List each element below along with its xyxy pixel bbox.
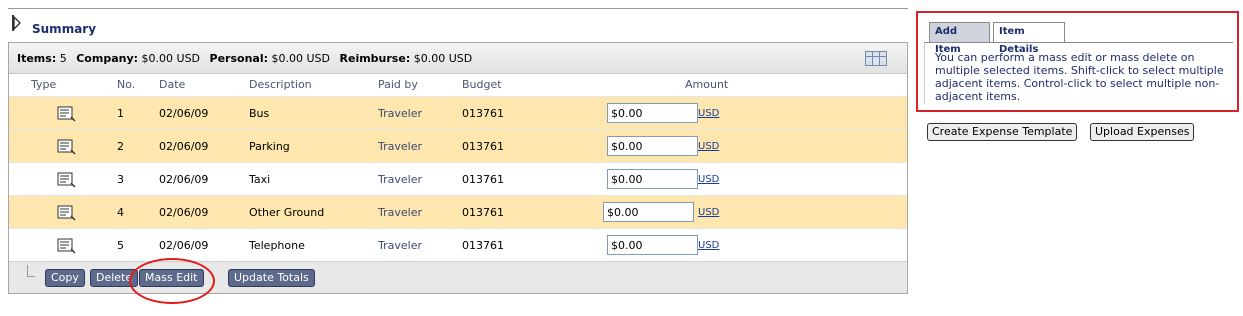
- column-header-type: Type: [31, 78, 57, 91]
- row-date: 02/06/09: [159, 239, 209, 252]
- reimburse-label: Reimburse:: [339, 52, 411, 65]
- mass-edit-callout-circle: [129, 258, 215, 304]
- expense-document-icon[interactable]: [57, 139, 77, 155]
- row-paid-by: Traveler: [378, 206, 422, 219]
- row-paid-by: Traveler: [378, 107, 422, 120]
- help-panel: Add Item Item Details You can perform a …: [916, 11, 1239, 112]
- row-budget: 013761: [462, 107, 504, 120]
- row-description: Bus: [249, 107, 270, 120]
- row-description: Other Ground: [249, 206, 325, 219]
- tree-connector: [27, 265, 35, 277]
- row-budget: 013761: [462, 206, 504, 219]
- row-description: Telephone: [249, 239, 305, 252]
- upload-expenses-button[interactable]: Upload Expenses: [1090, 123, 1195, 141]
- items-label: Items:: [17, 52, 57, 65]
- row-description: Taxi: [249, 173, 271, 186]
- help-text: You can perform a mass edit or mass dele…: [924, 42, 1233, 104]
- amount-input[interactable]: [607, 103, 698, 123]
- row-date: 02/06/09: [159, 173, 209, 186]
- currency-link[interactable]: USD: [698, 229, 719, 262]
- column-header-budget: Budget: [462, 78, 502, 91]
- update-totals-button[interactable]: Update Totals: [228, 269, 315, 287]
- company-total: $0.00 USD: [141, 52, 201, 65]
- column-header-paid-by: Paid by: [378, 78, 418, 91]
- row-description: Parking: [249, 140, 290, 153]
- row-budget: 013761: [462, 140, 504, 153]
- currency-link[interactable]: USD: [698, 97, 719, 130]
- row-number: 3: [117, 173, 124, 186]
- personal-total: $0.00 USD: [271, 52, 331, 65]
- tab-item-details[interactable]: Item Details: [993, 22, 1065, 55]
- amount-input[interactable]: [607, 169, 698, 189]
- column-header-amount: Amount: [685, 78, 729, 91]
- copy-button[interactable]: Copy: [45, 269, 85, 287]
- items-count: 5: [59, 52, 67, 65]
- create-expense-template-button[interactable]: Create Expense Template: [927, 123, 1078, 141]
- currency-link[interactable]: USD: [698, 196, 719, 229]
- summary-table: Items: 5 Company: $0.00 USD Personal: $0…: [8, 42, 908, 294]
- amount-input[interactable]: [607, 136, 698, 156]
- table-row[interactable]: 5 02/06/09 Telephone Traveler 013761 USD: [9, 228, 907, 261]
- row-budget: 013761: [462, 173, 504, 186]
- row-number: 4: [117, 206, 124, 219]
- amount-input[interactable]: [607, 235, 698, 255]
- personal-label: Personal:: [209, 52, 269, 65]
- table-row[interactable]: 1 02/06/09 Bus Traveler 013761 USD: [9, 96, 907, 129]
- row-date: 02/06/09: [159, 140, 209, 153]
- tab-add-item[interactable]: Add Item: [929, 22, 990, 55]
- expense-document-icon[interactable]: [57, 205, 77, 221]
- expense-document-icon[interactable]: [57, 172, 77, 188]
- row-number: 1: [117, 107, 124, 120]
- currency-link[interactable]: USD: [698, 163, 719, 196]
- column-header-date: Date: [159, 78, 186, 91]
- summary-title: Summary: [32, 22, 97, 36]
- reimburse-total: $0.00 USD: [413, 52, 473, 65]
- totals-bar: Items: 5 Company: $0.00 USD Personal: $0…: [9, 42, 907, 74]
- table-row[interactable]: 4 02/06/09 Other Ground Traveler 013761 …: [9, 195, 907, 228]
- table-row[interactable]: 2 02/06/09 Parking Traveler 013761 USD: [9, 129, 907, 162]
- currency-link[interactable]: USD: [698, 130, 719, 163]
- summary-section: Summary Items: 5 Company: $0.00 USD Pers…: [8, 8, 908, 294]
- amount-input[interactable]: [603, 202, 694, 222]
- row-paid-by: Traveler: [378, 140, 422, 153]
- company-label: Company:: [76, 52, 139, 65]
- row-number: 2: [117, 140, 124, 153]
- row-paid-by: Traveler: [378, 173, 422, 186]
- grid-icon[interactable]: [865, 51, 887, 66]
- expense-document-icon[interactable]: [57, 238, 77, 254]
- column-header-description: Description: [249, 78, 312, 91]
- column-headers: Type No. Date Description Paid by Budget…: [9, 74, 907, 96]
- row-date: 02/06/09: [159, 107, 209, 120]
- row-number: 5: [117, 239, 124, 252]
- column-header-no: No.: [117, 78, 136, 91]
- triangle-right-icon[interactable]: [12, 15, 22, 31]
- table-row[interactable]: 3 02/06/09 Taxi Traveler 013761 USD: [9, 162, 907, 195]
- row-budget: 013761: [462, 239, 504, 252]
- expense-document-icon[interactable]: [57, 106, 77, 122]
- row-paid-by: Traveler: [378, 239, 422, 252]
- row-date: 02/06/09: [159, 206, 209, 219]
- summary-header: Summary: [8, 8, 908, 42]
